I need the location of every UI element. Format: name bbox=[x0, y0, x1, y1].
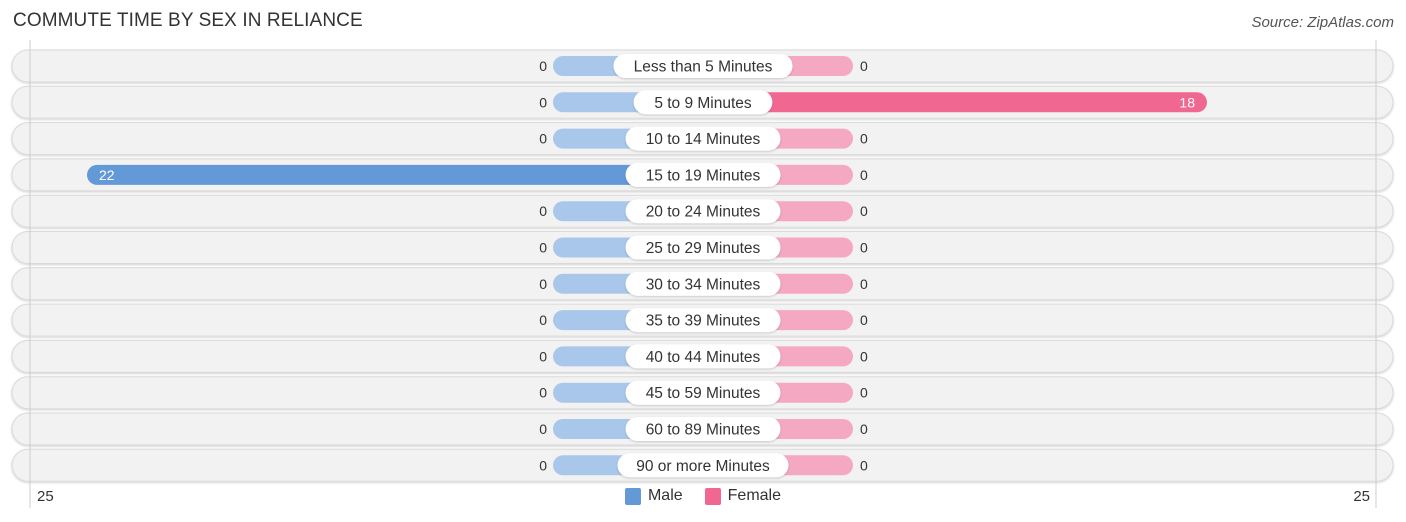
category-label: 30 to 34 Minutes bbox=[646, 276, 761, 293]
chart-canvas: 0 0 Less than 5 Minutes 0 18 5 to 9 Minutes 0 0… bbox=[11, 40, 1394, 508]
value-label-female: 0 bbox=[860, 167, 868, 183]
value-label-female: 0 bbox=[860, 421, 868, 437]
value-label-male: 0 bbox=[539, 94, 547, 110]
value-label-male: 0 bbox=[539, 348, 547, 364]
value-label-male: 0 bbox=[539, 58, 547, 74]
category-label: 10 to 14 Minutes bbox=[646, 131, 761, 148]
value-label-female: 18 bbox=[1179, 94, 1195, 110]
value-label-female: 0 bbox=[860, 385, 868, 401]
value-label-female: 0 bbox=[860, 348, 868, 364]
category-label: 40 to 44 Minutes bbox=[646, 349, 761, 366]
value-label-male: 22 bbox=[99, 167, 115, 183]
category-label: 20 to 24 Minutes bbox=[646, 204, 761, 221]
bar-male bbox=[87, 164, 713, 185]
category-label: 15 to 19 Minutes bbox=[646, 167, 761, 184]
value-label-male: 0 bbox=[539, 240, 547, 256]
category-label: Less than 5 Minutes bbox=[634, 59, 773, 76]
value-label-male: 0 bbox=[539, 385, 547, 401]
value-label-female: 0 bbox=[860, 131, 868, 147]
value-label-male: 0 bbox=[539, 312, 547, 328]
value-label-female: 0 bbox=[860, 240, 868, 256]
value-label-female: 0 bbox=[860, 312, 868, 328]
category-label: 60 to 89 Minutes bbox=[646, 422, 761, 439]
value-label-female: 0 bbox=[860, 58, 868, 74]
value-label-female: 0 bbox=[860, 457, 868, 473]
legend-item-female[interactable]: Female bbox=[704, 487, 782, 505]
category-label: 5 to 9 Minutes bbox=[654, 95, 752, 112]
category-label: 35 to 39 Minutes bbox=[646, 313, 761, 330]
value-label-male: 0 bbox=[539, 203, 547, 219]
legend-label-male: Male bbox=[647, 487, 683, 504]
value-label-male: 0 bbox=[539, 457, 547, 473]
value-label-male: 0 bbox=[539, 276, 547, 292]
value-label-male: 0 bbox=[539, 421, 547, 437]
legend: Male Female bbox=[0, 487, 1406, 505]
legend-label-female: Female bbox=[727, 487, 782, 504]
legend-item-male[interactable]: Male bbox=[624, 487, 683, 505]
value-label-female: 0 bbox=[860, 203, 868, 219]
value-label-female: 0 bbox=[860, 276, 868, 292]
legend-swatch-male bbox=[624, 487, 641, 505]
value-label-male: 0 bbox=[539, 131, 547, 147]
category-label: 90 or more Minutes bbox=[636, 458, 770, 475]
legend-swatch-female bbox=[704, 487, 721, 505]
category-label: 45 to 59 Minutes bbox=[646, 385, 761, 402]
category-label: 25 to 29 Minutes bbox=[646, 240, 761, 257]
